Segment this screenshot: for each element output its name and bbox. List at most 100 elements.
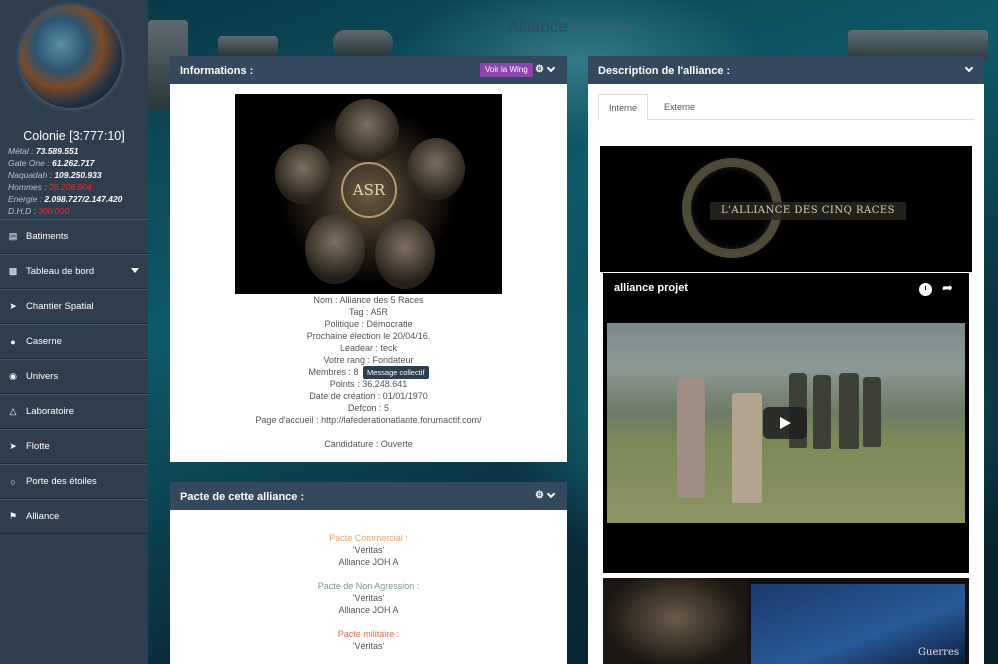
pact-entry: 'Véritas' bbox=[352, 545, 385, 555]
description-image: Guerres bbox=[603, 578, 969, 664]
alliance-tag: Tag : A5R bbox=[348, 307, 389, 317]
alliance-members: Membres : 8 bbox=[308, 367, 359, 377]
video-figure bbox=[732, 393, 762, 503]
banner-text: L'ALLIANCE DES CINQ RACES bbox=[710, 202, 906, 220]
sidebar-item-label: Batiments bbox=[26, 231, 69, 242]
sidebar-menu: ▤ Batiments ▩ Tableau de bord ➤ Chantier… bbox=[0, 219, 148, 534]
resource-hommes: Hommes : 26.208.604 bbox=[8, 182, 92, 192]
bar-chart-icon: ▩ bbox=[8, 266, 18, 276]
video-thumbnail[interactable] bbox=[607, 323, 965, 523]
page-title-sub: Informations bbox=[570, 23, 631, 35]
character-face bbox=[305, 214, 365, 284]
alliance-created: Date de création : 01/01/1970 bbox=[309, 391, 428, 401]
bomb-icon: ● bbox=[10, 336, 16, 347]
sidebar-item-flotte[interactable]: ➤ Flotte bbox=[0, 429, 148, 464]
character-portrait bbox=[603, 578, 748, 664]
guerres-text: Guerres bbox=[918, 647, 959, 658]
pact-military-title: Pacte militaire : bbox=[337, 629, 400, 639]
resource-metal: Métal : 73.589.551 bbox=[8, 146, 79, 156]
resource-energie: Energie : 2.098.727/2.147.420 bbox=[8, 194, 123, 204]
sidebar-item-label: Porte des étoiles bbox=[26, 476, 97, 487]
sidebar-item-batiments[interactable]: ▤ Batiments bbox=[0, 219, 148, 254]
video-player[interactable]: alliance projet ➦ bbox=[603, 273, 969, 573]
pact-list: Pacte Commercial : 'Véritas' Alliance JO… bbox=[170, 532, 567, 652]
chevron-down-icon[interactable] bbox=[546, 63, 556, 73]
pact-non-aggression-title: Pacte de Non Agression : bbox=[317, 581, 420, 591]
alliance-homepage[interactable]: Page d'accueil : http://lafederationatla… bbox=[170, 414, 567, 426]
sidebar-item-label: Tableau de bord bbox=[26, 266, 95, 277]
sidebar-item-label: Caserne bbox=[26, 336, 62, 347]
pact-entry: Alliance JOH A bbox=[338, 605, 399, 615]
character-face bbox=[335, 99, 399, 163]
alliance-leader: Leadear : teck bbox=[339, 343, 398, 353]
share-icon[interactable]: ➦ bbox=[942, 280, 953, 296]
alliance-points: Points : 36.248.641 bbox=[329, 379, 408, 389]
video-figure bbox=[677, 378, 705, 498]
plane-icon: ➤ bbox=[9, 441, 17, 451]
pact-panel-title: Pacte de cette alliance : bbox=[180, 491, 305, 503]
resource-gate-one: Gate One : 61.262.717 bbox=[8, 158, 95, 168]
resource-naquadah: Naquadah : 109.250.933 bbox=[8, 170, 102, 180]
info-panel-header: Informations : Voir la Wing ⚙ bbox=[170, 56, 567, 84]
description-panel-header: Description de l'alliance : bbox=[588, 56, 984, 84]
sidebar-item-label: Alliance bbox=[26, 511, 60, 522]
alliance-banner-image: L'ALLIANCE DES CINQ RACES bbox=[600, 146, 972, 272]
spaceship-illustration bbox=[218, 36, 278, 56]
globe-icon: ◉ bbox=[9, 371, 17, 381]
character-face bbox=[407, 138, 465, 200]
sidebar-item-univers[interactable]: ◉ Univers bbox=[0, 359, 148, 394]
info-panel-title: Informations : bbox=[180, 65, 254, 77]
sidebar-item-label: Chantier Spatial bbox=[26, 301, 94, 312]
circle-icon: ○ bbox=[10, 476, 16, 487]
alliance-politique: Politique : Démocratie bbox=[324, 319, 413, 329]
video-figure bbox=[839, 373, 859, 449]
video-figure bbox=[863, 377, 881, 447]
tab-interne[interactable]: Interne bbox=[598, 94, 649, 120]
video-title[interactable]: alliance projet bbox=[614, 282, 688, 294]
alliance-election: Prochaine élection le 20/04/16. bbox=[306, 331, 431, 341]
pact-entry: Alliance JOH A bbox=[338, 557, 399, 567]
pact-panel: Pacte de cette alliance : ⚙ Pacte Commer… bbox=[170, 482, 567, 664]
flag-icon: ⚑ bbox=[8, 511, 18, 521]
resource-dhd: D.H.D : 300.000 bbox=[8, 206, 69, 216]
description-panel: Description de l'alliance : Interne Exte… bbox=[588, 56, 984, 664]
gear-icon[interactable]: ⚙ bbox=[535, 490, 544, 501]
flask-icon: △ bbox=[9, 406, 17, 416]
sidebar-item-chantier-spatial[interactable]: ➤ Chantier Spatial bbox=[0, 289, 148, 324]
sidebar-item-laboratoire[interactable]: △ Laboratoire bbox=[0, 394, 148, 429]
sidebar-item-caserne[interactable]: ● Caserne bbox=[0, 324, 148, 359]
pact-panel-header: Pacte de cette alliance : ⚙ bbox=[170, 482, 567, 510]
spaceship-illustration bbox=[333, 30, 393, 56]
colony-title: Colonie [3:777:10] bbox=[23, 129, 125, 143]
alliance-defcon: Defcon : 5 bbox=[347, 403, 390, 413]
page-title: Alliance Informations bbox=[508, 17, 631, 37]
alliance-candidature: Candidature : Ouverte bbox=[324, 439, 413, 449]
alliance-name: Nom : Alliance des 5 Races bbox=[313, 295, 424, 305]
sidebar-item-label: Univers bbox=[26, 371, 59, 382]
plane-icon: ➤ bbox=[9, 301, 17, 311]
sidebar-item-label: Laboratoire bbox=[26, 406, 75, 417]
view-wing-button[interactable]: Voir la Wing bbox=[480, 63, 533, 77]
alliance-members-row: Membres : 8 Message collectif bbox=[170, 366, 567, 380]
pact-entry: 'Véritas' bbox=[352, 641, 385, 651]
info-panel: Informations : Voir la Wing ⚙ ASR Nom : … bbox=[170, 56, 567, 462]
sidebar-item-alliance[interactable]: ⚑ Alliance bbox=[0, 499, 148, 534]
sidebar-item-porte-des-etoiles[interactable]: ○ Porte des étoiles bbox=[0, 464, 148, 499]
watch-later-icon[interactable] bbox=[919, 283, 932, 296]
chevron-down-icon bbox=[131, 268, 139, 273]
sidebar-item-tableau-de-bord[interactable]: ▩ Tableau de bord bbox=[0, 254, 148, 289]
gear-icon[interactable]: ⚙ bbox=[535, 64, 544, 75]
pact-commercial-title: Pacte Commercial : bbox=[329, 533, 408, 543]
alliance-rank: Votre rang : Fondateur bbox=[323, 355, 414, 365]
description-panel-title: Description de l'alliance : bbox=[598, 65, 731, 77]
alliance-image: ASR bbox=[235, 94, 502, 294]
description-tabs: Interne Externe bbox=[598, 94, 974, 120]
alliance-details: Nom : Alliance des 5 Races Tag : A5R Pol… bbox=[170, 294, 567, 450]
character-face bbox=[275, 144, 331, 204]
chevron-down-icon[interactable] bbox=[964, 63, 974, 73]
play-button[interactable] bbox=[763, 407, 807, 439]
sidebar: Colonie [3:777:10] Métal : 73.589.551 Ga… bbox=[0, 0, 148, 664]
tab-externe[interactable]: Externe bbox=[654, 94, 705, 120]
sidebar-item-label: Flotte bbox=[26, 441, 50, 452]
chevron-down-icon[interactable] bbox=[546, 489, 556, 499]
